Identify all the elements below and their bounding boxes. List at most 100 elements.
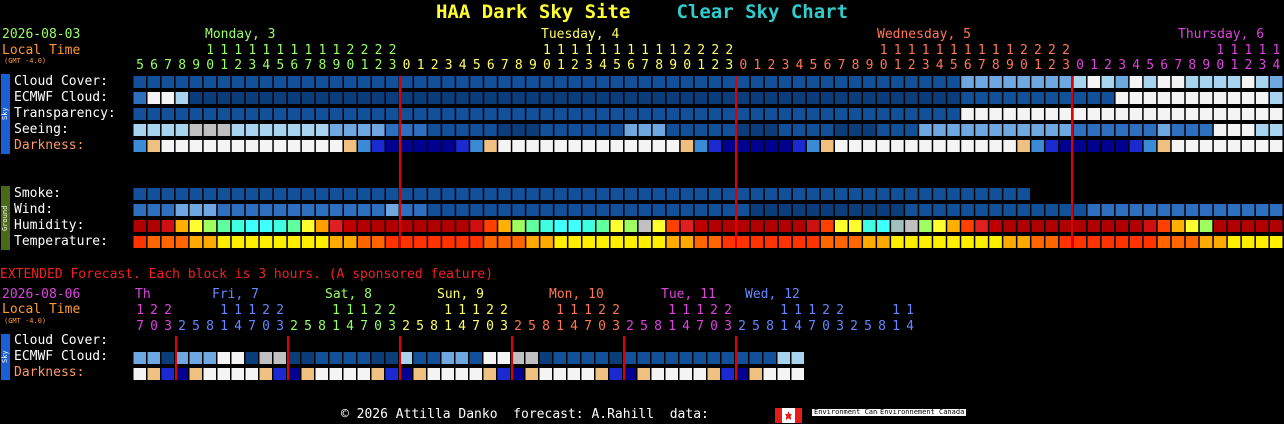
forecast-cell[interactable] [189, 188, 203, 200]
forecast-cell[interactable] [975, 92, 988, 104]
forecast-cell[interactable] [526, 236, 539, 248]
forecast-cell[interactable] [301, 92, 315, 104]
forecast-cell[interactable] [456, 76, 469, 88]
forecast-cell[interactable] [1171, 108, 1185, 120]
forecast-cell[interactable] [133, 76, 147, 88]
forecast-cell[interactable] [947, 140, 960, 152]
forecast-cell[interactable] [287, 124, 301, 136]
forecast-cell[interactable] [217, 220, 231, 232]
forecast-cell[interactable] [1059, 92, 1073, 104]
ext-darkness-cell[interactable] [259, 368, 273, 380]
forecast-cell[interactable] [849, 204, 862, 216]
forecast-cell[interactable] [708, 236, 722, 248]
forecast-cell[interactable] [259, 124, 273, 136]
forecast-cell[interactable] [736, 140, 750, 152]
forecast-cell[interactable] [147, 92, 161, 104]
forecast-cell[interactable] [1017, 108, 1030, 120]
forecast-cell[interactable] [666, 220, 680, 232]
ext-darkness-cell[interactable] [735, 368, 749, 380]
ext-ecmwf-cell[interactable] [777, 352, 791, 364]
forecast-cell[interactable] [582, 204, 595, 216]
forecast-cell[interactable] [259, 92, 273, 104]
forecast-cell[interactable] [203, 220, 217, 232]
forecast-cell[interactable] [329, 220, 343, 232]
forecast-cell[interactable] [1227, 204, 1241, 216]
forecast-cell[interactable] [680, 140, 694, 152]
forecast-cell[interactable] [582, 108, 595, 120]
forecast-cell[interactable] [638, 92, 652, 104]
forecast-cell[interactable] [357, 140, 371, 152]
forecast-cell[interactable] [1255, 204, 1269, 216]
forecast-cell[interactable] [414, 204, 427, 216]
forecast-cell[interactable] [133, 236, 147, 248]
forecast-cell[interactable] [372, 204, 385, 216]
ext-ecmwf-cell[interactable] [525, 352, 539, 364]
forecast-cell[interactable] [722, 204, 736, 216]
forecast-cell[interactable] [792, 188, 806, 200]
forecast-cell[interactable] [933, 188, 946, 200]
forecast-cell[interactable] [161, 140, 175, 152]
forecast-cell[interactable] [835, 108, 848, 120]
forecast-cell[interactable] [414, 220, 427, 232]
forecast-cell[interactable] [708, 140, 722, 152]
forecast-cell[interactable] [217, 140, 231, 152]
forecast-cell[interactable] [1227, 92, 1241, 104]
forecast-cell[interactable] [1073, 140, 1087, 152]
forecast-cell[interactable] [989, 204, 1002, 216]
forecast-cell[interactable] [189, 236, 203, 248]
forecast-cell[interactable] [287, 204, 301, 216]
forecast-cell[interactable] [189, 124, 203, 136]
ext-ecmwf-cell[interactable] [693, 352, 707, 364]
forecast-cell[interactable] [989, 188, 1002, 200]
forecast-cell[interactable] [133, 108, 147, 120]
forecast-cell[interactable] [694, 204, 708, 216]
forecast-cell[interactable] [217, 92, 231, 104]
forecast-cell[interactable] [568, 220, 581, 232]
forecast-cell[interactable] [638, 220, 652, 232]
forecast-cell[interactable] [806, 220, 820, 232]
forecast-cell[interactable] [961, 220, 974, 232]
ext-ecmwf-cell[interactable] [567, 352, 581, 364]
forecast-cell[interactable] [1269, 76, 1283, 88]
forecast-cell[interactable] [919, 140, 932, 152]
ext-ecmwf-cell[interactable] [175, 352, 189, 364]
forecast-cell[interactable] [778, 76, 792, 88]
forecast-cell[interactable] [189, 76, 203, 88]
forecast-cell[interactable] [975, 220, 988, 232]
forecast-cell[interactable] [933, 204, 946, 216]
forecast-cell[interactable] [638, 140, 652, 152]
forecast-cell[interactable] [1017, 92, 1030, 104]
forecast-cell[interactable] [1255, 124, 1269, 136]
forecast-cell[interactable] [456, 140, 469, 152]
forecast-cell[interactable] [849, 220, 862, 232]
ext-midnight-line[interactable] [175, 336, 177, 380]
forecast-cell[interactable] [820, 140, 834, 152]
forecast-cell[interactable] [1269, 124, 1283, 136]
forecast-cell[interactable] [329, 204, 343, 216]
forecast-cell[interactable] [301, 76, 315, 88]
forecast-cell[interactable] [554, 92, 567, 104]
forecast-cell[interactable] [1199, 236, 1213, 248]
forecast-cell[interactable] [301, 108, 315, 120]
forecast-cell[interactable] [1185, 140, 1199, 152]
forecast-cell[interactable] [161, 76, 175, 88]
forecast-cell[interactable] [133, 140, 147, 152]
forecast-cell[interactable] [484, 188, 497, 200]
midnight-line[interactable] [1071, 76, 1073, 248]
forecast-cell[interactable] [554, 124, 567, 136]
forecast-cell[interactable] [652, 236, 666, 248]
forecast-cell[interactable] [1171, 140, 1185, 152]
forecast-cell[interactable] [1101, 92, 1115, 104]
forecast-cell[interactable] [203, 108, 217, 120]
forecast-cell[interactable] [736, 204, 750, 216]
forecast-cell[interactable] [638, 188, 652, 200]
forecast-cell[interactable] [315, 92, 329, 104]
forecast-cell[interactable] [175, 76, 189, 88]
forecast-cell[interactable] [442, 220, 455, 232]
forecast-cell[interactable] [133, 188, 147, 200]
forecast-cell[interactable] [133, 220, 147, 232]
forecast-cell[interactable] [386, 92, 399, 104]
forecast-cell[interactable] [161, 108, 175, 120]
forecast-cell[interactable] [1045, 92, 1058, 104]
forecast-cell[interactable] [147, 108, 161, 120]
